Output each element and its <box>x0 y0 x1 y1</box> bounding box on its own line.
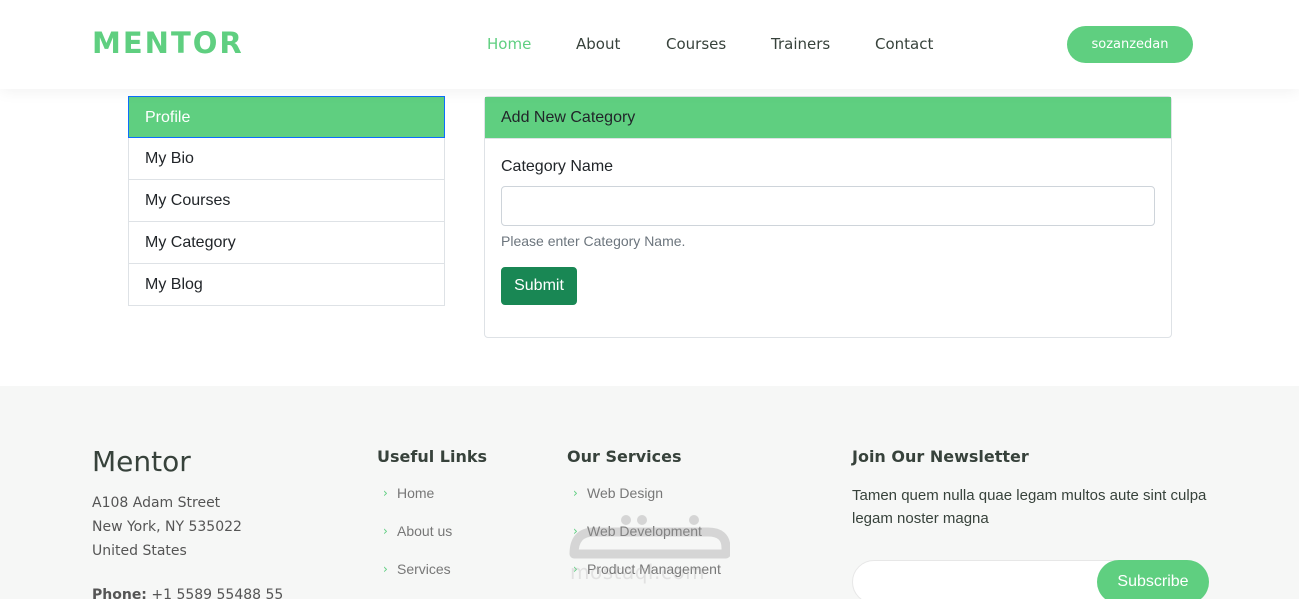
nav-contact-link[interactable]: Contact <box>875 35 933 53</box>
footer-link-product-management[interactable]: Product Management <box>587 561 721 577</box>
nav-home-link[interactable]: Home <box>487 35 531 53</box>
chevron-right-icon: › <box>573 562 578 576</box>
services-list: › Web Design › Web Development › Product Ma… <box>567 485 721 599</box>
category-name-help: Please enter Category Name. <box>501 233 686 249</box>
chevron-right-icon: › <box>573 524 578 538</box>
category-name-input[interactable] <box>501 186 1155 226</box>
newsletter-heading: Join Our Newsletter <box>852 447 1029 466</box>
newsletter-form: Subscribe <box>852 560 1209 599</box>
footer-link-web-development[interactable]: Web Development <box>587 523 702 539</box>
category-name-label: Category Name <box>501 158 614 175</box>
footer-link-about[interactable]: About us <box>397 523 452 539</box>
list-item: › Home <box>377 485 452 523</box>
address-line: New York, NY 535022 <box>92 519 242 535</box>
chevron-right-icon: › <box>383 524 388 538</box>
sidebar-item-profile[interactable]: Profile <box>128 96 445 138</box>
address-line: A108 Adam Street <box>92 495 221 511</box>
sidebar-item-my-bio[interactable]: My Bio <box>128 138 445 180</box>
newsletter-text: Tamen quem nulla quae legam multos aute … <box>852 487 1207 527</box>
list-item: › Web Design <box>567 485 721 523</box>
footer-link-home[interactable]: Home <box>397 485 434 501</box>
list-item: › About us <box>377 523 452 561</box>
nav-about-link[interactable]: About <box>576 35 620 53</box>
sidebar-item-my-courses[interactable]: My Courses <box>128 180 445 222</box>
profile-sidebar: Profile My Bio My Courses My Category My… <box>128 96 445 306</box>
sidebar-item-my-category[interactable]: My Category <box>128 222 445 264</box>
chevron-right-icon: › <box>573 486 578 500</box>
newsletter-email-input[interactable] <box>867 567 1087 597</box>
user-account-button[interactable]: sozanzedan <box>1067 26 1193 63</box>
footer-link-services[interactable]: Services <box>397 561 451 577</box>
subscribe-button[interactable]: Subscribe <box>1097 560 1209 599</box>
site-footer: Mentor A108 Adam Street New York, NY 535… <box>0 386 1299 599</box>
phone-label: Phone: <box>92 587 147 599</box>
list-item: › Web Development <box>567 523 721 561</box>
phone-value: +1 5589 55488 55 <box>151 587 284 599</box>
useful-links-heading: Useful Links <box>377 447 488 466</box>
chevron-right-icon: › <box>383 486 388 500</box>
footer-brand: Mentor <box>92 445 191 478</box>
footer-link-web-design[interactable]: Web Design <box>587 485 663 501</box>
useful-links-list: › Home › About us › Services <box>377 485 452 599</box>
list-item: › Services <box>377 561 452 599</box>
submit-button[interactable]: Submit <box>501 267 577 305</box>
card-title: Add New Category <box>485 97 1171 139</box>
site-header: MENTOR Home About Courses Trainers Conta… <box>0 0 1299 89</box>
add-category-card: Add New Category Category Name Please en… <box>484 96 1172 338</box>
address-line: United States <box>92 543 187 559</box>
our-services-heading: Our Services <box>567 447 682 466</box>
nav-courses-link[interactable]: Courses <box>666 35 726 53</box>
nav-trainers-link[interactable]: Trainers <box>771 35 830 53</box>
sidebar-item-my-blog[interactable]: My Blog <box>128 264 445 306</box>
logo[interactable]: MENTOR <box>92 26 244 60</box>
chevron-right-icon: › <box>383 562 388 576</box>
footer-address: A108 Adam Street New York, NY 535022 Uni… <box>92 491 242 563</box>
footer-phone: Phone: +1 5589 55488 55 <box>92 587 283 599</box>
list-item: › Product Management <box>567 561 721 599</box>
